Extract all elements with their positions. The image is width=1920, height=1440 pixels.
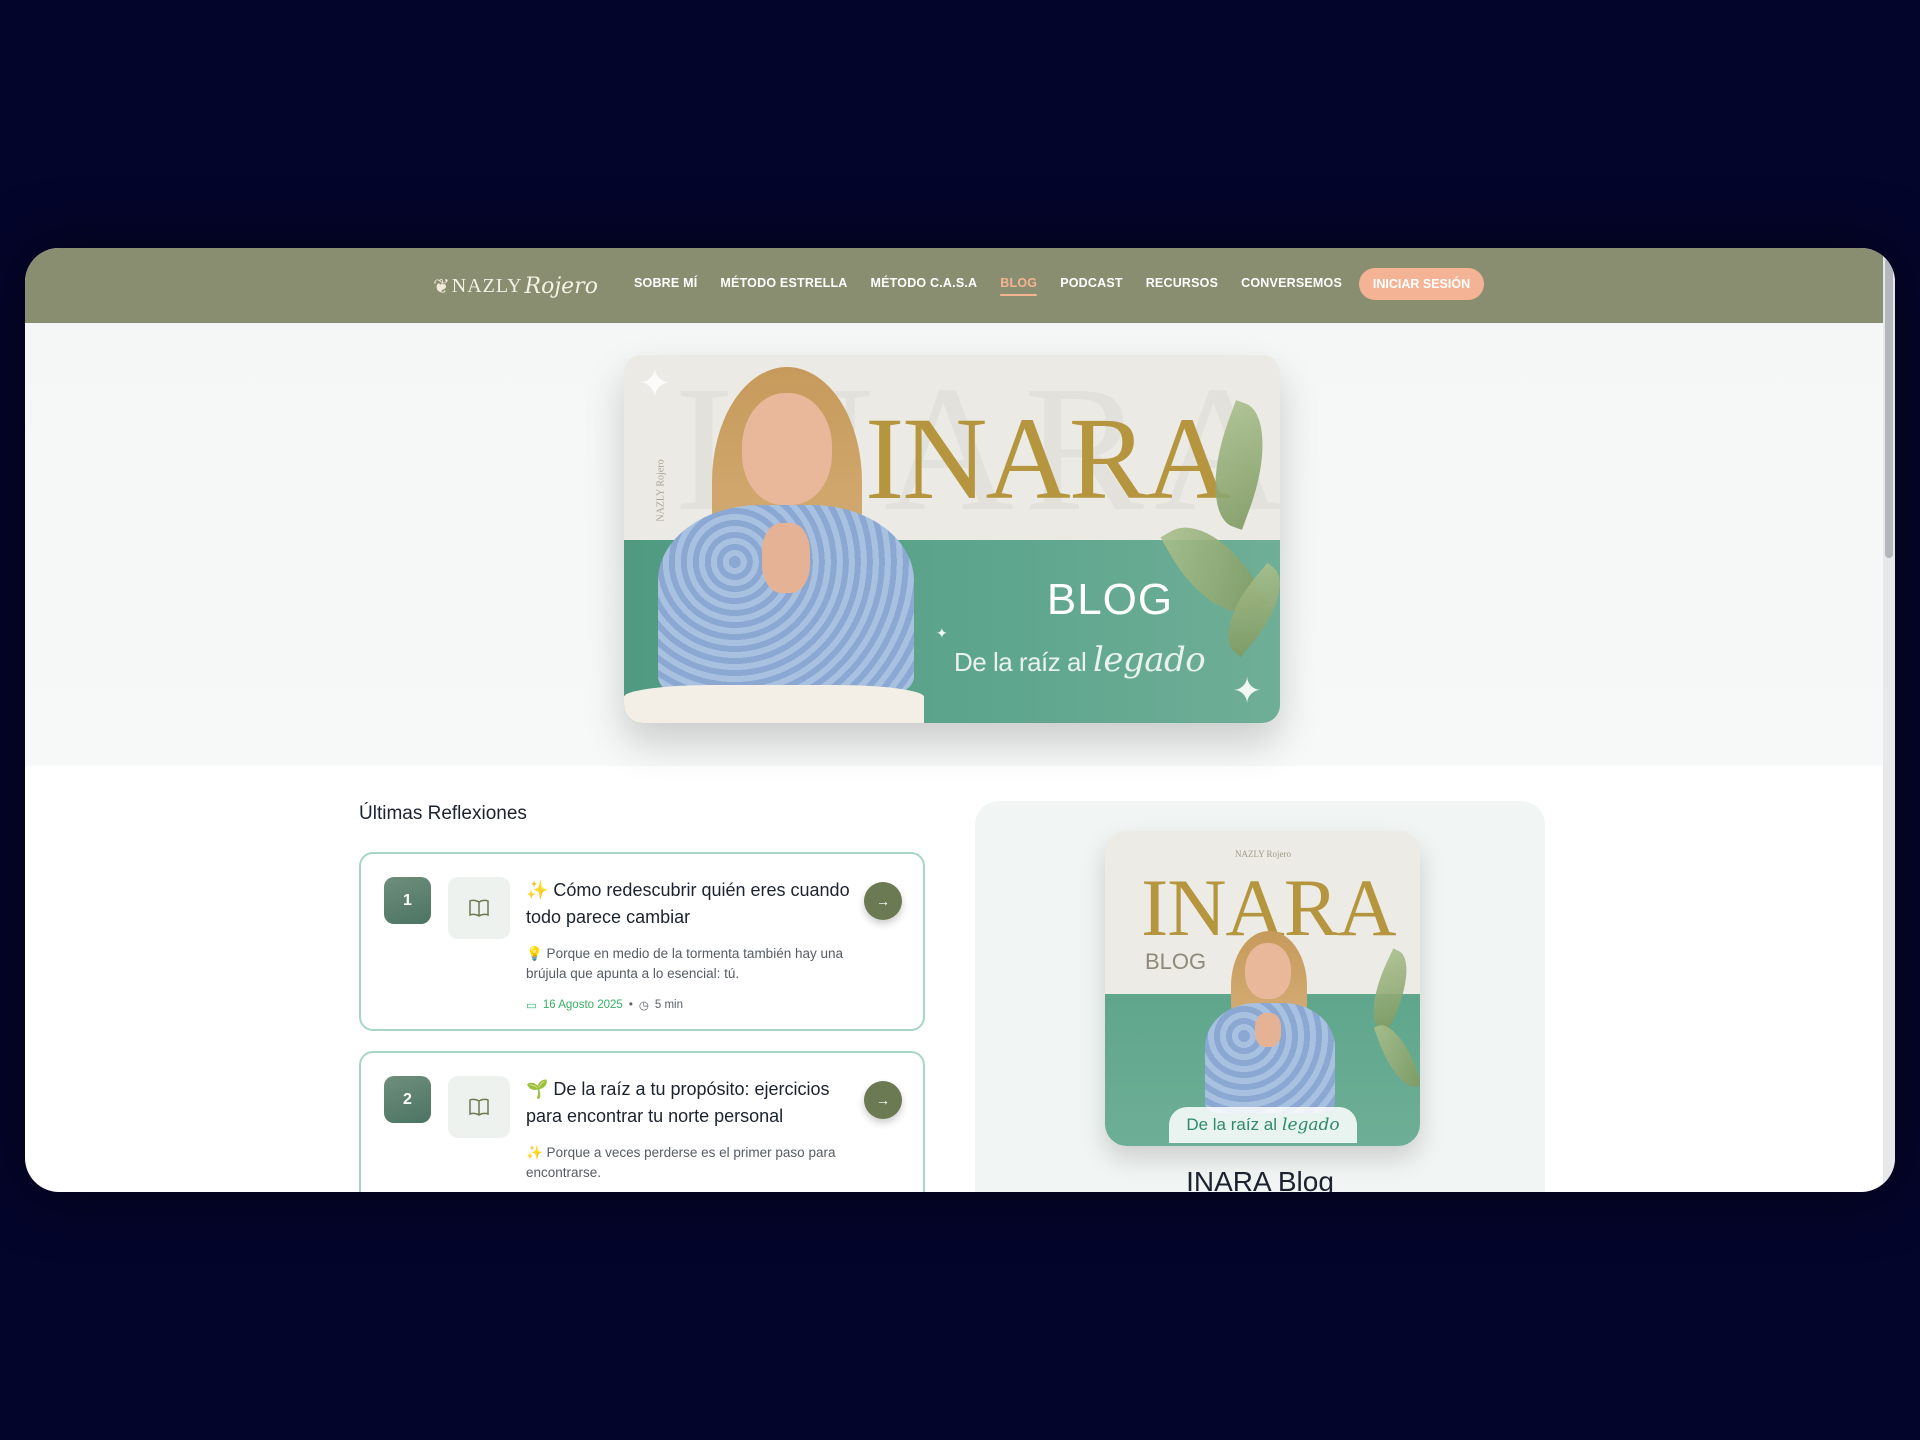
banner-tagline: De la raíz al legado	[954, 640, 1206, 680]
browser-window: ❦ NAZLY Rojero SOBRE MÍ MÉTODO ESTRELLA …	[25, 248, 1895, 1192]
post-number: 1	[384, 877, 431, 924]
arrow-right-icon[interactable]: →	[864, 1081, 902, 1119]
nav-item-blog[interactable]: BLOG	[1000, 276, 1038, 296]
post-title[interactable]: 🌱 De la raíz a tu propósito: ejercicios …	[526, 1076, 866, 1130]
main-nav: SOBRE MÍ MÉTODO ESTRELLA MÉTODO C.A.S.A …	[634, 276, 1342, 296]
banner-tagline-text: De la raíz al	[954, 647, 1087, 677]
hero-section: INARA ✦ ✦ ✦ NAZLY Rojero INARA BLOG De l…	[25, 323, 1883, 766]
nav-item-metodo-estrella[interactable]: MÉTODO ESTRELLA	[720, 276, 847, 296]
logo-leaf-icon: ❦	[433, 275, 450, 298]
calendar-icon: ▭	[526, 1000, 537, 1012]
nav-item-podcast[interactable]: PODCAST	[1060, 276, 1123, 296]
banner-subtitle: BLOG	[1046, 575, 1174, 624]
clock-icon: ◷	[638, 1000, 649, 1012]
cover-logo: NAZLY Rojero	[1235, 849, 1292, 859]
site-header: ❦ NAZLY Rojero SOBRE MÍ MÉTODO ESTRELLA …	[25, 248, 1883, 323]
cover-tagline: De la raíz al legado	[1169, 1107, 1357, 1143]
sidebar-title: INARA Blog	[1186, 1166, 1334, 1192]
arrow-right-icon[interactable]: →	[864, 882, 902, 920]
blog-banner: INARA ✦ ✦ ✦ NAZLY Rojero INARA BLOG De l…	[624, 355, 1280, 723]
scrollbar-thumb[interactable]	[1885, 258, 1893, 558]
book-icon	[448, 877, 510, 939]
cover-tagline-script: legado	[1282, 1115, 1340, 1135]
post-description: ✨ Porque a veces perderse es el primer p…	[526, 1145, 836, 1180]
page-scrollbar[interactable]	[1883, 248, 1895, 1192]
post-read-time: 5 min	[654, 999, 684, 1011]
logo-script: Rojero	[524, 273, 598, 299]
post-title[interactable]: ✨ Cómo redescubrir quién eres cuando tod…	[526, 877, 866, 931]
meta-separator: •	[628, 999, 633, 1011]
post-description: 💡 Porque en medio de la tormenta también…	[526, 946, 843, 981]
book-icon	[448, 1076, 510, 1138]
blog-sidebar: NAZLY Rojero INARA BLOG De la raíz al le…	[975, 801, 1545, 1192]
post-date: 16 Agosto 2025	[542, 999, 623, 1011]
banner-title: INARA	[865, 393, 1231, 524]
post-card[interactable]: 1 ✨ Cómo redescubrir quién eres cuando t…	[359, 852, 925, 1031]
login-button[interactable]: INICIAR SESIÓN	[1359, 268, 1484, 300]
section-title: Últimas Reflexiones	[359, 803, 527, 824]
post-card[interactable]: 2 🌱 De la raíz a tu propósito: ejercicio…	[359, 1051, 925, 1192]
post-meta: ▭ 16 Agosto 2025 • ◷ 5 min	[526, 998, 683, 1012]
blog-cover[interactable]: NAZLY Rojero INARA BLOG De la raíz al le…	[1105, 831, 1420, 1146]
cover-tagline-text: De la raíz al	[1186, 1115, 1278, 1134]
post-number: 2	[384, 1076, 431, 1123]
nav-item-sobre-mi[interactable]: SOBRE MÍ	[634, 276, 697, 296]
logo-wordmark: NAZLY	[451, 274, 523, 297]
site-logo[interactable]: ❦ NAZLY Rojero	[433, 268, 598, 304]
author-photo	[1165, 931, 1365, 1121]
nav-item-metodo-casa[interactable]: MÉTODO C.A.S.A	[871, 276, 978, 296]
banner-tagline-script: legado	[1092, 640, 1206, 680]
nav-item-recursos[interactable]: RECURSOS	[1146, 276, 1218, 296]
nav-item-conversemos[interactable]: CONVERSEMOS	[1241, 276, 1342, 296]
sparkle-icon: ✦	[1232, 670, 1263, 711]
